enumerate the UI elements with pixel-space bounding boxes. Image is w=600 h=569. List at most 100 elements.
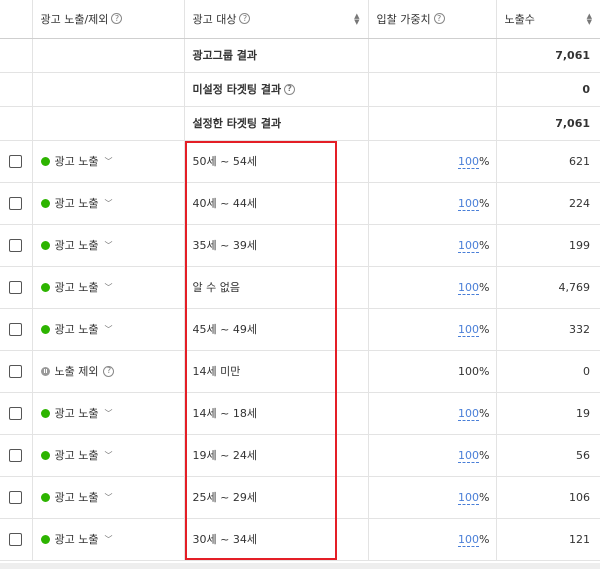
status-cell[interactable]: 광고 노출 ﹀: [32, 518, 185, 561]
chevron-down-icon[interactable]: ﹀: [104, 492, 112, 503]
bid-weight-link[interactable]: 100: [458, 532, 480, 547]
status-on-icon: [40, 240, 50, 250]
summary-label: 광고그룹 결과: [192, 49, 258, 62]
summary-empty-cell: [368, 72, 497, 107]
table-row: 광고 노출 ﹀ 35세 ~ 39세 100% 199: [0, 224, 600, 267]
summary-value: 0: [496, 72, 600, 107]
summary-label: 미설정 타겟팅 결과: [192, 83, 282, 96]
status-label: 광고 노출: [54, 407, 99, 420]
bid-cell: 100%: [368, 434, 497, 477]
summary-empty-cell: [368, 38, 497, 73]
status-cell[interactable]: 광고 노출 ﹀: [32, 266, 185, 309]
targeting-table: 광고 노출/제외 ? 광고 대상 ? ▲ ▼ 입찰 가중치 ? 노출수 ▲ ▼ …: [0, 0, 600, 561]
status-label: 광고 노출: [54, 197, 99, 210]
bid-weight-link[interactable]: 100: [458, 154, 480, 169]
sort-icon[interactable]: ▲ ▼: [587, 12, 592, 25]
summary-empty-cell: [32, 38, 185, 73]
horizontal-scrollbar[interactable]: [0, 563, 600, 569]
table-header-row: 광고 노출/제외 ? 광고 대상 ? ▲ ▼ 입찰 가중치 ? 노출수 ▲ ▼: [0, 0, 600, 39]
status-on-icon: [40, 534, 50, 544]
table-row: 광고 노출 ﹀ 25세 ~ 29세 100% 106: [0, 476, 600, 519]
row-checkbox-cell: [0, 434, 33, 477]
bid-weight-link[interactable]: 100: [458, 448, 480, 463]
status-on-icon: [40, 492, 50, 502]
status-on-icon: [40, 450, 50, 460]
summary-empty-cell: [368, 106, 497, 141]
summary-row: 설정한 타겟팅 결과 7,061: [0, 106, 600, 141]
bid-cell: 100%: [368, 140, 497, 183]
status-on-icon: [40, 324, 50, 334]
target-value: 40세 ~ 44세: [184, 182, 369, 225]
help-icon[interactable]: ?: [284, 83, 296, 95]
status-cell[interactable]: 광고 노출 ﹀: [32, 224, 185, 267]
table-row: 광고 노출 ﹀ 50세 ~ 54세 100% 621: [0, 140, 600, 183]
impressions-value: 121: [496, 518, 600, 561]
bid-cell: 100%: [368, 182, 497, 225]
row-checkbox[interactable]: [9, 322, 23, 336]
help-icon[interactable]: ?: [433, 13, 445, 25]
row-checkbox-cell: [0, 392, 33, 435]
bid-cell: 100%: [368, 266, 497, 309]
chevron-down-icon[interactable]: ﹀: [104, 534, 112, 545]
bid-weight-link[interactable]: 100: [458, 280, 480, 295]
impressions-value: 56: [496, 434, 600, 477]
summary-empty-cell: [0, 72, 33, 107]
row-checkbox[interactable]: [9, 238, 23, 252]
chevron-down-icon[interactable]: ﹀: [104, 408, 112, 419]
header-bid-label: 입찰 가중치: [376, 12, 431, 26]
row-checkbox[interactable]: [9, 364, 23, 378]
row-checkbox-cell: [0, 518, 33, 561]
status-on-icon: [40, 156, 50, 166]
table-row: 광고 노출 ﹀ 40세 ~ 44세 100% 224: [0, 182, 600, 225]
header-bid: 입찰 가중치 ?: [368, 0, 497, 39]
bid-cell: 100%: [368, 308, 497, 351]
status-on-icon: [40, 408, 50, 418]
row-checkbox[interactable]: [9, 448, 23, 462]
row-checkbox[interactable]: [9, 406, 23, 420]
chevron-down-icon[interactable]: ﹀: [104, 450, 112, 461]
header-imp-label: 노출수: [504, 12, 535, 26]
status-label: 광고 노출: [54, 491, 99, 504]
chevron-down-icon[interactable]: ﹀: [104, 324, 112, 335]
help-icon[interactable]: ?: [239, 13, 251, 25]
bid-weight-link[interactable]: 100: [458, 406, 480, 421]
status-cell[interactable]: 광고 노출 ﹀: [32, 476, 185, 519]
row-checkbox[interactable]: [9, 196, 23, 210]
bid-weight-value: 100: [458, 364, 480, 378]
bid-weight-link[interactable]: 100: [458, 196, 480, 211]
row-checkbox[interactable]: [9, 280, 23, 294]
status-cell[interactable]: 광고 노출 ﹀: [32, 182, 185, 225]
bid-cell: 100%: [368, 350, 497, 393]
header-status-label: 광고 노출/제외: [40, 12, 109, 26]
bid-weight-link[interactable]: 100: [458, 238, 480, 253]
summary-empty-cell: [32, 106, 185, 141]
status-cell[interactable]: 광고 노출 ﹀: [32, 434, 185, 477]
impressions-value: 19: [496, 392, 600, 435]
chevron-down-icon[interactable]: ﹀: [104, 198, 112, 209]
help-icon[interactable]: ?: [111, 13, 123, 25]
summary-row: 광고그룹 결과 7,061: [0, 38, 600, 73]
chevron-down-icon[interactable]: ﹀: [104, 282, 112, 293]
bid-weight-link[interactable]: 100: [458, 490, 480, 505]
impressions-value: 224: [496, 182, 600, 225]
help-icon[interactable]: ?: [103, 365, 115, 377]
summary-empty-cell: [0, 38, 33, 73]
status-cell[interactable]: 광고 노출 ﹀: [32, 392, 185, 435]
target-value: 알 수 없음: [184, 266, 369, 309]
chevron-down-icon[interactable]: ﹀: [104, 156, 112, 167]
status-cell[interactable]: 광고 노출 ﹀: [32, 140, 185, 183]
header-target[interactable]: 광고 대상 ? ▲ ▼: [184, 0, 369, 39]
row-checkbox[interactable]: [9, 532, 23, 546]
chevron-down-icon[interactable]: ﹀: [104, 240, 112, 251]
row-checkbox[interactable]: [9, 154, 23, 168]
sort-icon[interactable]: ▲ ▼: [354, 12, 359, 25]
target-value: 45세 ~ 49세: [184, 308, 369, 351]
bid-weight-link[interactable]: 100: [458, 322, 480, 337]
header-impressions[interactable]: 노출수 ▲ ▼: [496, 0, 600, 39]
row-checkbox-cell: [0, 182, 33, 225]
status-label: 노출 제외: [54, 365, 99, 378]
status-label: 광고 노출: [54, 155, 99, 168]
row-checkbox[interactable]: [9, 490, 23, 504]
header-target-label: 광고 대상: [192, 12, 237, 26]
status-cell[interactable]: 광고 노출 ﹀: [32, 308, 185, 351]
